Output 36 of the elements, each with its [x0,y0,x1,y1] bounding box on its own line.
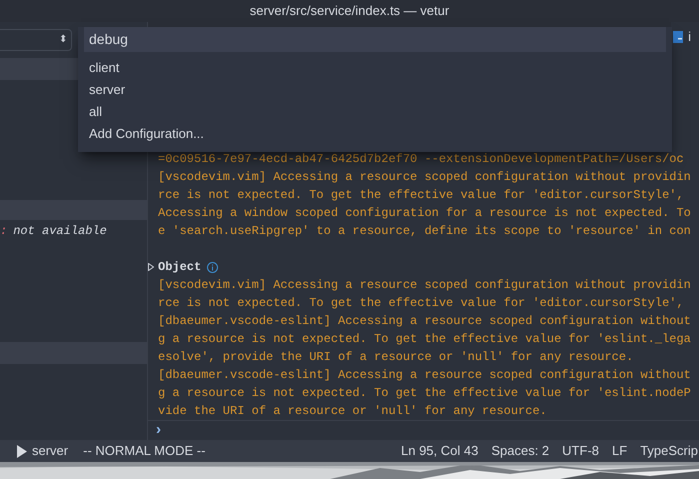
status-item[interactable]: Ln 95, Col 43 [401,441,478,461]
console-line: [vscodevim.vim] Accessing a resource scoped configuration without providin [158,277,691,294]
editor-tab[interactable]: i [671,22,699,52]
variable-value: not available [13,223,107,240]
status-item[interactable]: LF [612,441,628,461]
object-label[interactable]: Object [158,258,202,276]
console-line: e 'search.useRipgrep' to a resource, define its scope to 'resource' in con [158,223,691,240]
console-line: esolve', provide the URI of a resource or 'null' for any resource. [158,349,634,366]
info-icon[interactable] [207,262,218,272]
configuration-select[interactable]: ⬍ [0,28,72,50]
console-line: g a resource is not expected. To get the effective value for 'eslint.nodeP [158,385,691,402]
play-icon [17,444,27,458]
console-line: [dbaeumer.vscode-eslint] Accessing a resource scoped configuration without [158,367,691,384]
typescript-file-icon [673,31,684,43]
console-line: rce is not expected. To get the effective value for 'editor.cursorStyle', [158,295,684,312]
status-item[interactable]: Spaces: 2 [491,441,550,461]
debug-target[interactable]: server [17,441,68,461]
status-item[interactable]: UTF-8 [562,441,600,461]
console-prompt[interactable]: › [156,419,161,442]
console-line: vide the URI of a resource or 'null' for any resource. [158,403,547,420]
console-line: rce is not expected. To get the effective value for 'editor.cursorStyle', [158,187,684,204]
console-line: [vscodevim.vim] Accessing a resource scoped configuration without providin [158,169,691,186]
status-item[interactable]: TypeScrip [640,441,698,461]
quick-pick-item[interactable]: all [84,101,102,123]
console-line: Accessing a window scoped configuration for a resource is not expected. To [158,205,691,222]
quick-pick-input[interactable]: debug [84,27,666,52]
console-line: g a resource is not expected. To get the effective value for 'eslint._lega [158,331,691,348]
console-line: [dbaeumer.vscode-eslint] Accessing a resource scoped configuration without [158,313,691,330]
quick-pick-item[interactable]: client [84,57,120,79]
quick-pick-item[interactable]: Add Configuration... [84,123,204,145]
separator: : [0,223,8,240]
console-line: =0c09516-7e97-4ecd-ab47-6425d7b2ef70 --extensionDevelopmentPath=/Users/oc [158,151,684,168]
window-title: server/src/service/index.ts — vetur [250,2,450,20]
expand-toggle-icon[interactable] [148,263,154,271]
vim-mode: -- NORMAL MODE -- [83,442,206,460]
quick-pick-item[interactable]: server [84,79,126,101]
